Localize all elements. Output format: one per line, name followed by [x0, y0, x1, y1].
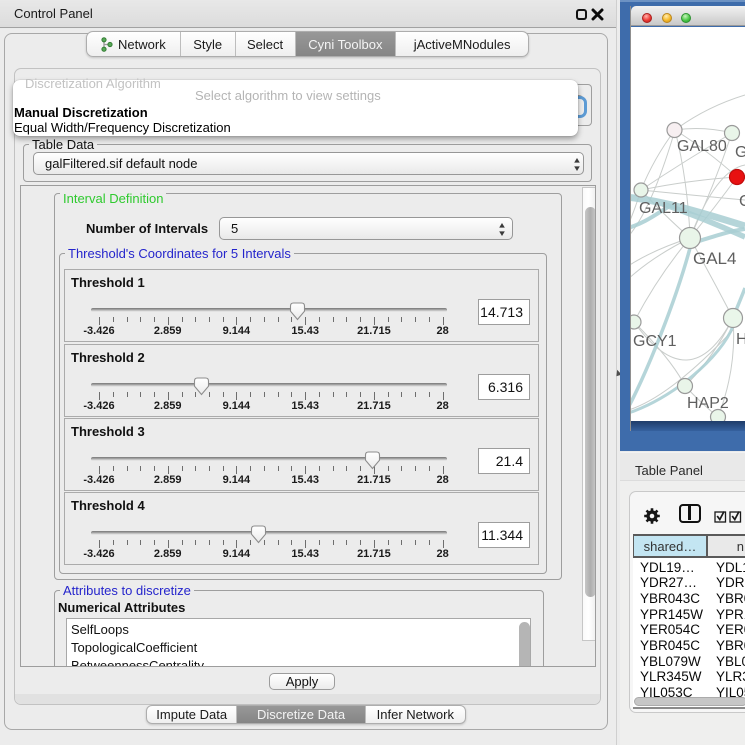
svg-text:C: C: [739, 193, 745, 210]
svg-text:GAL4: GAL4: [693, 249, 736, 268]
svg-text:GAL80: GAL80: [677, 138, 727, 155]
svg-text:HAP2: HAP2: [687, 395, 729, 412]
svg-text:GAL11: GAL11: [639, 200, 688, 217]
svg-text:GCY1: GCY1: [633, 333, 677, 350]
svg-text:H: H: [736, 331, 745, 348]
svg-text:GA: GA: [735, 144, 745, 161]
